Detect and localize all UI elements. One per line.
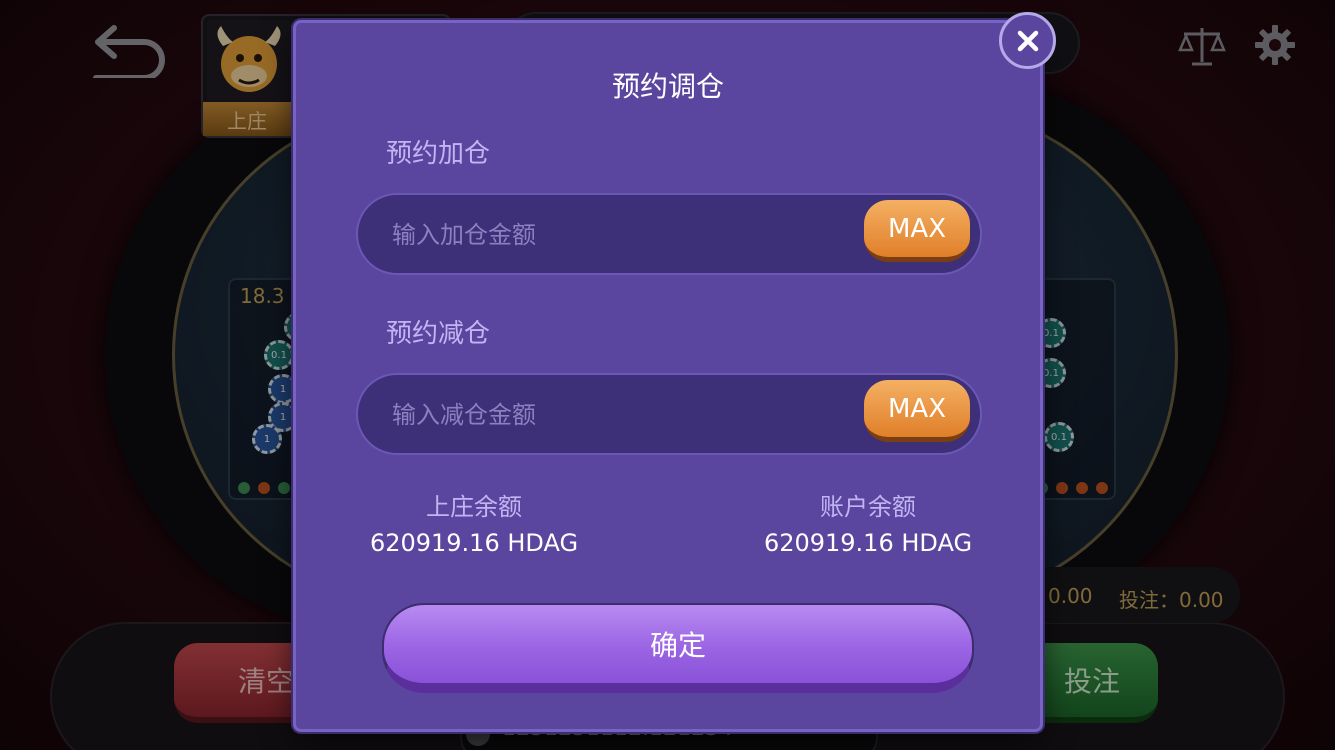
- banker-balance-value: 620919.16 HDAG: [369, 529, 579, 557]
- close-icon: [1017, 30, 1038, 51]
- reduce-position-label: 预约减仓: [386, 319, 491, 349]
- account-balance-label: 账户余额: [820, 493, 916, 521]
- dialog-title: 预约调仓: [611, 70, 724, 103]
- add-position-label: 预约加仓: [386, 139, 491, 169]
- reduce-amount-input[interactable]: [392, 393, 832, 437]
- add-max-button[interactable]: MAX: [864, 200, 970, 262]
- banker-balance-label: 上庄余额: [426, 493, 522, 521]
- close-button[interactable]: [999, 12, 1056, 69]
- add-position-row: MAX: [356, 193, 982, 275]
- account-balance-value: 620919.16 HDAG: [763, 529, 973, 557]
- reduce-position-row: MAX: [356, 373, 982, 455]
- adjust-position-dialog: 预约调仓 预约加仓 MAX 预约减仓 MAX 上庄余额 620919.16 HD…: [293, 20, 1043, 732]
- confirm-button[interactable]: 确定: [382, 603, 974, 693]
- reduce-max-button[interactable]: MAX: [864, 380, 970, 442]
- add-amount-input[interactable]: [392, 213, 832, 257]
